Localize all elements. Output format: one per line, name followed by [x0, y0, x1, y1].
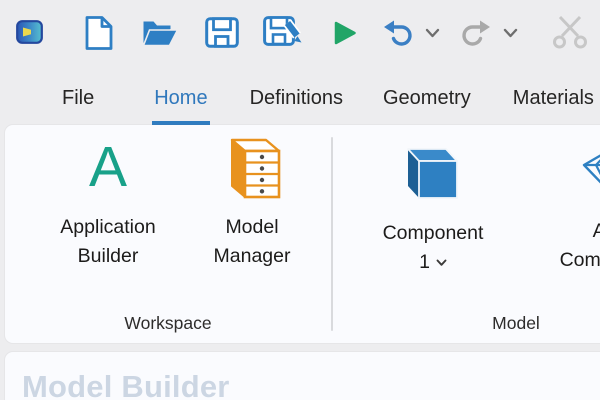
new-file-icon: [84, 16, 114, 50]
application-builder-icon: A: [89, 139, 127, 196]
quick-access-toolbar: [0, 0, 600, 70]
redo-dropdown-button[interactable]: [501, 26, 519, 40]
save-as-icon: [263, 14, 303, 50]
run-icon: [333, 21, 357, 45]
undo-button[interactable]: [382, 18, 414, 48]
save-button[interactable]: [204, 16, 240, 49]
undo-icon: [383, 19, 413, 47]
application-builder-label-line2: Builder: [78, 245, 139, 267]
add-component-label-line1: Add: [593, 220, 600, 242]
ribbon-tab-bar: File Home Definitions Geometry Materials: [0, 72, 600, 125]
cut-button[interactable]: [550, 14, 590, 50]
add-component-icon: [582, 148, 600, 194]
component-1-label-line1: Component: [383, 222, 484, 244]
application-builder-label-line1: Application: [60, 216, 155, 238]
comsol-logo-icon: [16, 20, 43, 44]
save-icon: [205, 17, 239, 48]
model-builder-panel: Model Builder: [5, 352, 600, 400]
redo-button[interactable]: [460, 18, 492, 48]
undo-dropdown-chevron-icon: [425, 28, 440, 38]
add-component-label-line2: Component: [560, 249, 600, 271]
model-manager-label-line1: Model: [225, 216, 278, 238]
tab-definitions[interactable]: Definitions: [248, 72, 345, 125]
add-component-button[interactable]: Add Component: [533, 135, 600, 275]
component-cube-icon: [404, 146, 462, 200]
ribbon-group-model: Component 1: [331, 125, 600, 343]
model-group-label: Model: [331, 313, 600, 334]
comsol-logo[interactable]: [15, 19, 43, 45]
save-as-button[interactable]: [262, 13, 304, 51]
model-manager-label-line2: Manager: [214, 245, 291, 267]
run-button[interactable]: [332, 20, 358, 46]
model-manager-icon: [222, 135, 282, 199]
ribbon-panel: A Application Builder: [5, 125, 600, 343]
new-file-button[interactable]: [83, 15, 115, 51]
component-dropdown-chevron-icon: [436, 259, 447, 267]
undo-dropdown-button[interactable]: [423, 26, 441, 40]
redo-icon: [461, 19, 491, 47]
model-builder-panel-title: Model Builder: [22, 369, 600, 400]
redo-dropdown-chevron-icon: [503, 28, 518, 38]
tab-geometry[interactable]: Geometry: [381, 72, 473, 125]
application-builder-button[interactable]: A Application Builder: [33, 135, 183, 271]
component-1-label-line2: 1: [419, 248, 430, 277]
ribbon-group-workspace: A Application Builder: [5, 125, 331, 343]
open-folder-icon: [142, 19, 178, 47]
workspace-group-label: Workspace: [5, 313, 331, 334]
tab-home[interactable]: Home: [152, 72, 209, 125]
tab-materials[interactable]: Materials: [511, 72, 596, 125]
component-1-button[interactable]: Component 1: [366, 135, 500, 277]
tab-file[interactable]: File: [60, 72, 96, 125]
cut-icon: [551, 15, 589, 49]
comsol-window: File Home Definitions Geometry Materials…: [0, 0, 600, 400]
open-file-button[interactable]: [141, 18, 179, 48]
model-manager-button[interactable]: Model Manager: [185, 135, 319, 271]
